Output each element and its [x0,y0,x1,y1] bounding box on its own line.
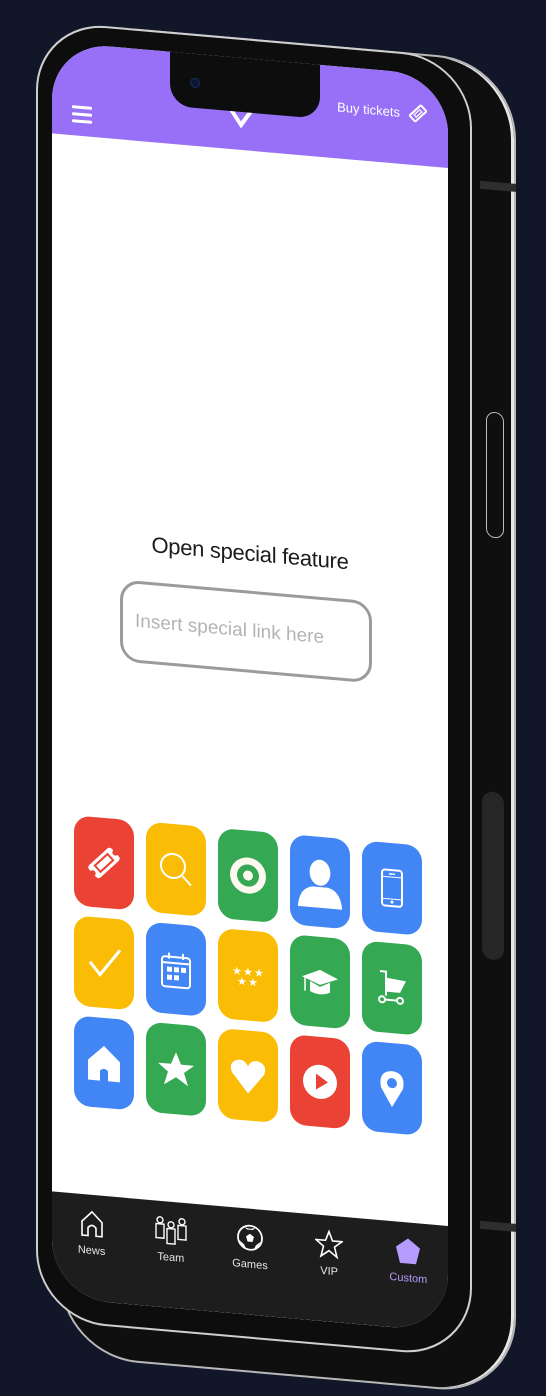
app-tile-search[interactable] [146,821,206,917]
app-tile-target[interactable] [218,827,278,924]
app-tile-ticket[interactable] [74,815,134,911]
app-tile-play[interactable] [290,1034,350,1130]
buy-tickets-button[interactable]: Buy tickets [337,96,428,124]
svg-text:★: ★ [248,976,258,990]
app-tile-stars-rating[interactable]: ★ ★ ★ ★ ★ [218,927,278,1024]
nav-item-custom[interactable]: Custom [373,1234,443,1288]
nav-label: News [77,1243,106,1259]
star-icon [158,1052,194,1087]
side-button [486,411,504,539]
app-tile-home[interactable] [74,1015,134,1111]
nav-label: VIP [320,1264,339,1279]
search-icon [160,852,192,887]
pentagon-icon [396,1238,421,1265]
app-screen: Buy tickets Open special feature Insert … [52,41,448,1333]
antenna-band [480,180,516,192]
app-tile-shopping-cart[interactable] [362,940,422,1036]
nav-item-vip[interactable]: VIP [294,1227,364,1281]
hamburger-menu-icon[interactable] [72,105,92,125]
ticket-icon [88,847,120,879]
calendar-icon [161,952,191,990]
target-icon [230,857,266,894]
app-tile-calendar[interactable] [146,921,206,1017]
app-tile-graduation-cap[interactable] [290,934,350,1030]
app-tile-star[interactable] [146,1021,206,1117]
app-tile-checkmark[interactable] [74,915,134,1011]
home-icon [80,1210,103,1238]
nav-label: Games [232,1257,268,1273]
feature-title: Open special feature [151,532,349,575]
home-icon [88,1045,120,1083]
play-icon [303,1064,337,1099]
nav-label: Team [157,1250,185,1265]
soccer-ball-icon [237,1224,263,1251]
camera-notch [170,47,320,119]
nav-item-games[interactable]: Games [215,1220,285,1274]
nav-item-team[interactable]: Team [136,1213,206,1267]
buy-tickets-label: Buy tickets [337,98,400,120]
nav-label: Custom [389,1270,428,1287]
graduation-cap-icon [302,969,338,995]
smartphone-icon [381,868,403,908]
antenna-band [480,1220,516,1232]
svg-text:★: ★ [237,975,247,989]
front-camera [190,77,200,89]
special-link-input[interactable] [120,579,372,684]
checkmark-icon [88,949,122,978]
heart-icon [230,1059,266,1094]
shopping-cart-icon [378,970,406,1005]
location-pin-icon [380,1071,404,1108]
app-tile-smartphone[interactable] [362,840,422,936]
main-content: Open special feature Insert special link… [52,133,448,1248]
nav-item-news[interactable]: News [57,1206,127,1260]
person-icon [297,859,343,910]
ticket-icon [408,104,428,123]
phone-frame: Buy tickets Open special feature Insert … [36,20,472,1359]
side-button-lower [482,790,504,961]
app-tile-heart[interactable] [218,1027,278,1124]
star-icon [315,1229,344,1260]
app-icon-grid: ★ ★ ★ ★ ★ [74,815,428,1136]
app-tile-location-pin[interactable] [362,1040,422,1136]
stars-rating-icon: ★ ★ ★★ ★ [232,964,264,990]
app-tile-person[interactable] [290,834,350,930]
team-icon [155,1216,187,1245]
